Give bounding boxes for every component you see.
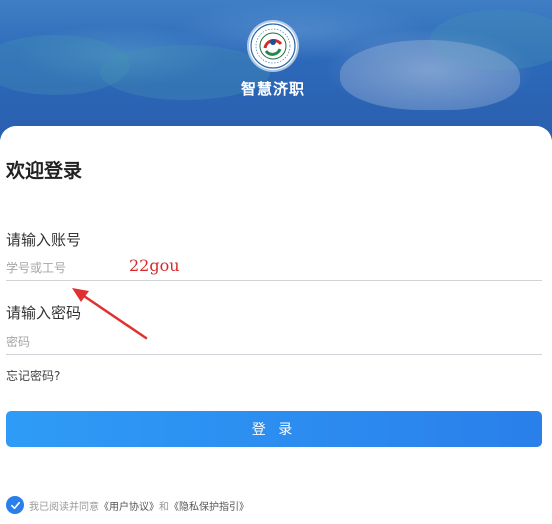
login-card: 欢迎登录 请输入账号 22gou 请输入密码 忘记密码? 登 录 我已阅读并同意… bbox=[0, 126, 552, 524]
password-label: 请输入密码 bbox=[6, 304, 82, 322]
welcome-title: 欢迎登录 bbox=[6, 160, 83, 182]
agreement-checkbox[interactable] bbox=[6, 496, 24, 514]
agreement-row: 我已阅读并同意 《用户协议》 和 《隐私保护指引》 bbox=[6, 495, 249, 515]
header-banner: 智慧济职 bbox=[0, 0, 552, 140]
password-input[interactable] bbox=[6, 329, 542, 355]
annotation-arrow bbox=[72, 288, 148, 340]
background-rock bbox=[340, 40, 520, 110]
forgot-password-link[interactable]: 忘记密码? bbox=[6, 367, 60, 384]
login-page: 智慧济职 欢迎登录 请输入账号 22gou 请输入密码 忘记密码? 登 录 我已… bbox=[0, 0, 552, 524]
agreement-conjunction: 和 bbox=[159, 501, 169, 513]
user-agreement-link[interactable]: 《用户协议》 bbox=[99, 498, 159, 513]
app-title: 智慧济职 bbox=[240, 80, 305, 98]
privacy-guide-link[interactable]: 《隐私保护指引》 bbox=[169, 498, 249, 513]
login-button[interactable]: 登 录 bbox=[6, 411, 542, 447]
check-icon bbox=[10, 501, 20, 509]
account-input[interactable] bbox=[6, 255, 542, 281]
college-emblem-icon bbox=[249, 22, 297, 70]
agreement-prefix: 我已阅读并同意 bbox=[29, 501, 99, 513]
annotation-text: 22gou bbox=[129, 256, 180, 275]
account-label: 请输入账号 bbox=[6, 231, 82, 249]
